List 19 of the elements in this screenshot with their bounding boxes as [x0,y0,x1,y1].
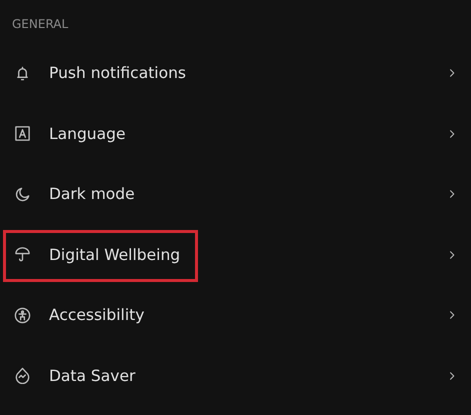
settings-item[interactable]: Accessibility [0,285,471,346]
bell-icon [14,64,31,82]
chevron-right-icon [447,309,457,322]
settings-item[interactable]: Language [0,104,471,164]
accessibility-icon [14,306,31,324]
settings-item[interactable]: Push notifications [0,43,471,104]
chevron-right-icon [447,370,457,382]
chevron-right-icon [447,67,457,80]
settings-item[interactable]: Digital Wellbeing [0,224,471,285]
section-title: GENERAL [12,16,68,32]
chevron-right-icon [447,248,457,261]
chevron-right-icon [447,128,457,140]
chevron-right-icon [447,188,457,200]
umbrella-icon [14,246,31,264]
moon-icon [14,186,31,203]
data-saver-icon [14,367,31,384]
settings-item[interactable]: Data Saver [0,346,471,406]
settings-item[interactable]: Dark mode [0,164,471,224]
letter-a-icon [14,125,31,142]
